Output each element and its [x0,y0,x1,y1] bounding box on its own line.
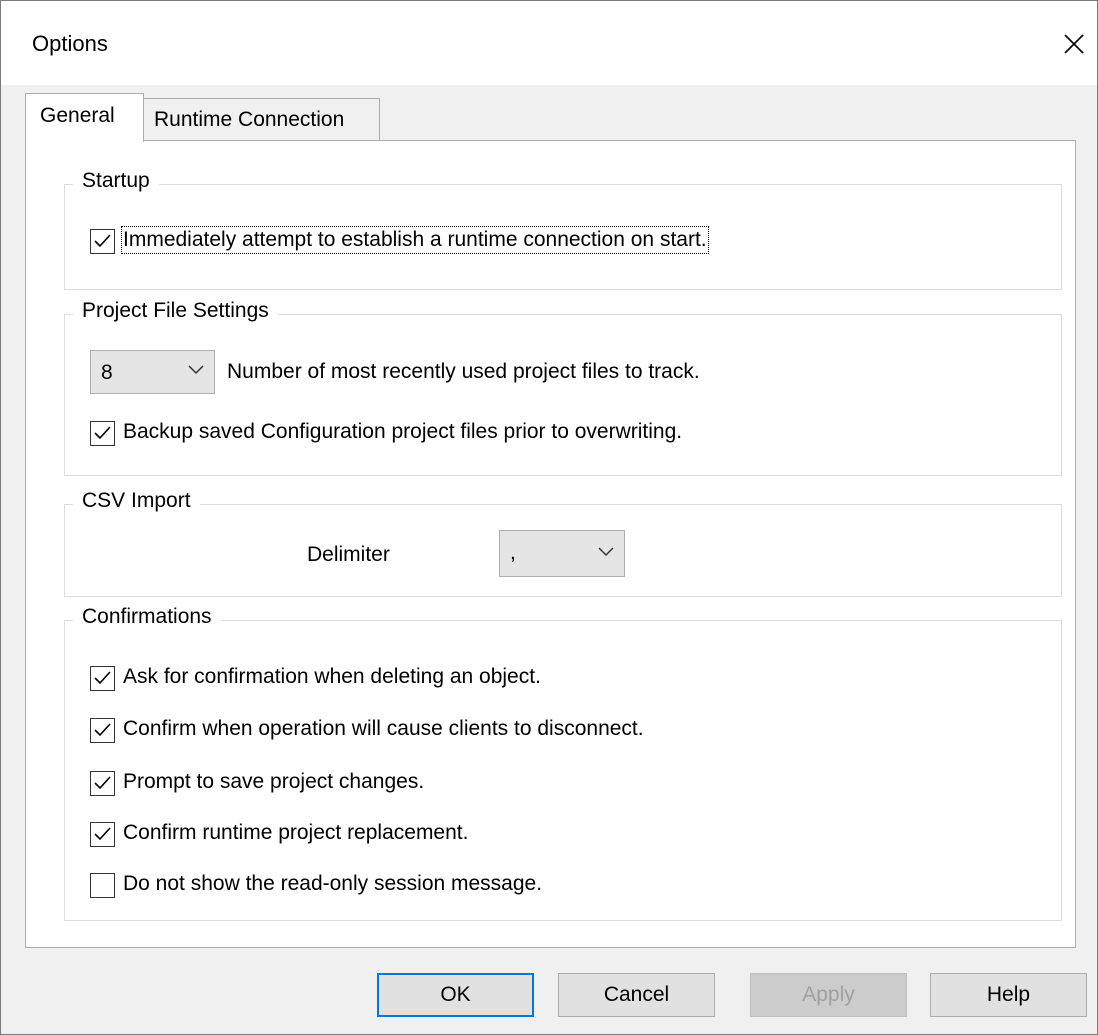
help-button[interactable]: Help [930,973,1087,1017]
options-dialog: Options General Runtime Connection Start… [0,0,1098,1035]
checkmark-icon [94,776,111,790]
tab-runtime-connection-label: Runtime Connection [154,108,345,131]
confirmations-group-label: Confirmations [73,605,221,629]
checkmark-icon [94,671,111,685]
confirm-delete-checkbox-box [90,666,115,691]
chevron-down-icon [598,547,614,557]
hide-readonly-message-label: Do not show the read-only session messag… [123,872,543,895]
ok-button[interactable]: OK [377,973,534,1017]
title-bar: Options [1,1,1097,85]
mru-count-value: 8 [101,361,113,384]
general-tab-panel: Startup Immediately attempt to establish… [25,140,1076,948]
tab-general-label: General [40,104,115,127]
confirm-runtime-replacement-checkbox-box [90,822,115,847]
startup-group: Startup Immediately attempt to establish… [64,169,1062,290]
auto-connect-checkbox-box [90,229,115,254]
confirm-disconnect-checkbox-box [90,718,115,743]
checkmark-icon [94,827,111,841]
checkmark-icon [94,426,111,440]
prompt-save-label: Prompt to save project changes. [123,770,425,793]
backup-files-label: Backup saved Configuration project files… [123,420,683,443]
confirmations-group: Confirmations Ask for confirmation when … [64,605,1062,921]
tab-runtime-connection[interactable]: Runtime Connection [142,98,380,140]
tab-general[interactable]: General [25,93,144,142]
project-file-settings-group: Project File Settings 8 Number of most r… [64,299,1062,476]
confirm-disconnect-label: Confirm when operation will cause client… [123,717,644,740]
csv-import-group: CSV Import Delimiter , [64,489,1062,597]
close-icon [1064,34,1084,54]
startup-group-label: Startup [73,169,159,193]
mru-count-select[interactable]: 8 [90,350,215,394]
checkmark-icon [94,234,111,248]
checkmark-icon [94,723,111,737]
chevron-down-icon [188,365,204,375]
auto-connect-label: Immediately attempt to establish a runti… [121,226,709,254]
apply-button[interactable]: Apply [750,973,907,1017]
cancel-button[interactable]: Cancel [558,973,715,1017]
confirm-runtime-replacement-label: Confirm runtime project replacement. [123,821,469,844]
project-file-settings-group-label: Project File Settings [73,299,278,323]
backup-files-checkbox-box [90,421,115,446]
hide-readonly-message-checkbox-box [90,873,115,898]
confirm-delete-label: Ask for confirmation when deleting an ob… [123,665,541,688]
close-button[interactable] [1051,21,1097,67]
mru-count-label: Number of most recently used project fil… [227,360,700,383]
window-title: Options [32,31,108,56]
delimiter-label: Delimiter [307,543,390,566]
prompt-save-checkbox-box [90,771,115,796]
delimiter-select[interactable]: , [499,530,625,577]
delimiter-value: , [510,541,516,564]
csv-import-group-label: CSV Import [73,489,200,513]
